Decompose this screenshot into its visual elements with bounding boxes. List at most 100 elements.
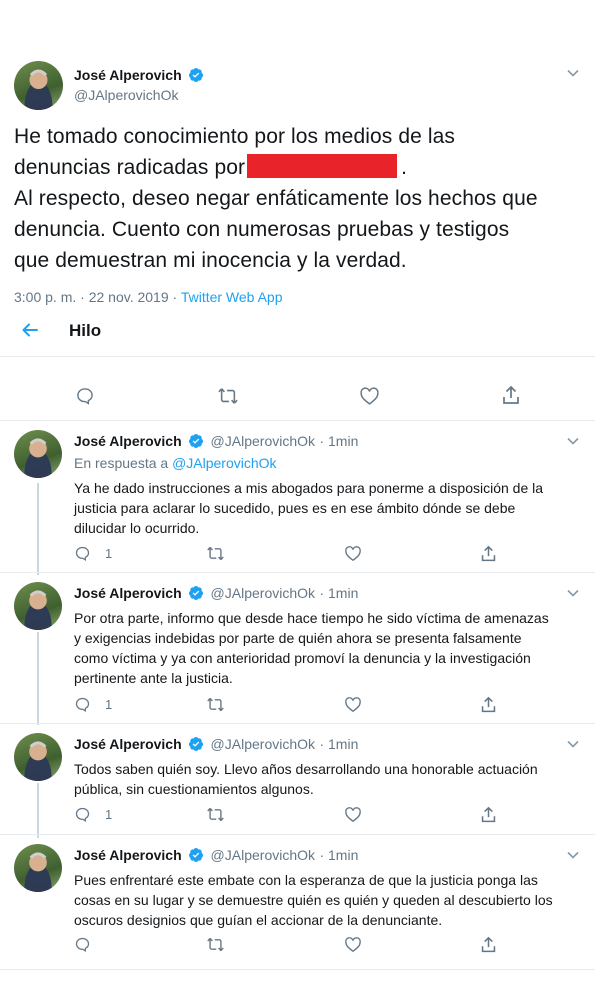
chevron-down-icon[interactable] [566,434,580,453]
retweet-button[interactable] [206,696,225,713]
retweet-icon[interactable] [217,386,239,411]
author-name[interactable]: José Alperovich [74,433,182,449]
reply-icon [74,545,91,562]
like-icon [344,936,362,953]
redaction-box [247,154,398,178]
tweet-timestamp[interactable]: 3:00 p. m. · 22 nov. 2019 · [14,289,181,305]
share-button[interactable] [480,936,497,954]
author-handle[interactable]: @JAlperovichOk [211,736,315,752]
reply-button[interactable] [74,936,105,953]
tweet-source-link[interactable]: Twitter Web App [181,289,283,305]
author-handle[interactable]: @JAlperovichOk [211,433,315,449]
retweet-button[interactable] [206,545,225,562]
like-icon [344,806,362,823]
share-button[interactable] [480,545,497,563]
reply-count: 1 [105,546,113,561]
reply-body: Por otra parte, informo que desde hace t… [74,608,589,688]
share-button[interactable] [480,806,497,824]
like-button[interactable] [344,936,362,953]
reply-text-line: dilucidar lo ocurrido. [74,520,200,536]
avatar[interactable] [14,733,62,781]
reply-author-line: José Alperovich @JAlperovichOk · 1min [74,585,358,606]
retweet-button[interactable] [206,936,225,953]
verified-badge-icon [188,433,204,454]
share-icon [480,806,497,824]
thread-connector-line [37,632,39,725]
tweet-text-line: He tomado conocimiento por los medios de… [14,125,455,148]
reply-text-line: Todos saben quién soy. Llevo años desarr… [74,761,538,777]
author-line: José Alperovich [74,67,206,88]
reply-body: Todos saben quién soy. Llevo años desarr… [74,759,589,799]
reply-button[interactable]: 1 [74,806,112,823]
reply-icon[interactable] [75,386,95,411]
reply-count: 1 [105,697,113,712]
reply-time[interactable]: · 1min [319,736,358,752]
reply-time[interactable]: · 1min [319,847,358,863]
tweet-text-line: denuncias radicadas por. [14,152,589,183]
avatar[interactable] [14,61,63,110]
chevron-down-icon[interactable] [566,848,580,867]
reply-body: Pues enfrentaré este embate con la esper… [74,870,589,930]
like-button[interactable] [344,545,362,562]
author-name[interactable]: José Alperovich [74,67,182,83]
reply-body: Ya he dado instrucciones a mis abogados … [74,478,589,538]
thread-connector-line [37,783,39,838]
reply-text-line: oscuros designios que guían el accionar … [74,912,443,928]
verified-badge-icon [188,736,204,757]
author-handle[interactable]: @JAlperovichOk [211,847,315,863]
retweet-icon [206,545,225,562]
divider [0,420,595,421]
share-icon[interactable] [501,385,521,411]
chevron-down-icon[interactable] [566,737,580,756]
like-icon [344,696,362,713]
author-handle[interactable]: @JAlperovichOk [211,585,315,601]
reply-icon [74,806,91,823]
reply-author-line: José Alperovich @JAlperovichOk · 1min [74,847,358,868]
divider [0,572,595,573]
tweet-text-line: que demuestran mi inocencia y la verdad. [14,249,407,272]
reply-time[interactable]: · 1min [319,433,358,449]
share-button[interactable] [480,696,497,714]
tweet-metadata: 3:00 p. m. · 22 nov. 2019 · Twitter Web … [14,289,283,305]
author-name[interactable]: José Alperovich [74,736,182,752]
reply-author-line: José Alperovich @JAlperovichOk · 1min [74,736,358,757]
reply-icon [74,696,91,713]
tweet-text-segment: denuncias radicadas por [14,156,246,179]
retweet-icon [206,806,225,823]
like-icon[interactable] [359,386,380,411]
avatar[interactable] [14,430,62,478]
reply-time[interactable]: · 1min [319,585,358,601]
in-reply-to: En respuesta a @JAlperovichOk [74,455,277,471]
avatar[interactable] [14,844,62,892]
retweet-button[interactable] [206,806,225,823]
back-arrow-icon[interactable] [20,320,40,345]
avatar[interactable] [14,582,62,630]
reply-author-line: José Alperovich @JAlperovichOk · 1min [74,433,358,454]
reply-icon [74,936,91,953]
share-icon [480,696,497,714]
like-button[interactable] [344,696,362,713]
in-reply-prefix: En respuesta a [74,455,173,471]
author-name[interactable]: José Alperovich [74,585,182,601]
tweet-text-line: denuncia. Cuento con numerosas pruebas y… [14,218,510,241]
retweet-icon [206,696,225,713]
author-handle[interactable]: @JAlperovichOk [74,87,178,103]
chevron-down-icon[interactable] [566,586,580,605]
reply-text-line: Por otra parte, informo que desde hace t… [74,610,549,626]
tweet-body: He tomado conocimiento por los medios de… [14,121,589,276]
reply-button[interactable]: 1 [74,696,112,713]
divider [0,969,595,970]
verified-badge-icon [188,847,204,868]
reply-count: 1 [105,807,113,822]
verified-badge-icon [188,67,204,88]
chevron-down-icon[interactable] [566,66,580,85]
reply-button[interactable]: 1 [74,545,112,562]
like-button[interactable] [344,806,362,823]
author-name[interactable]: José Alperovich [74,847,182,863]
reply-text-line: cosas en su lugar y se demuestre quién e… [74,892,553,908]
like-icon [344,545,362,562]
tweet-text-line: Al respecto, deseo negar enfáticamente l… [14,187,538,210]
in-reply-handle-link[interactable]: @JAlperovichOk [172,455,276,471]
share-icon [480,545,497,563]
reply-text-line: pertinente ante la justicia. [74,670,233,686]
